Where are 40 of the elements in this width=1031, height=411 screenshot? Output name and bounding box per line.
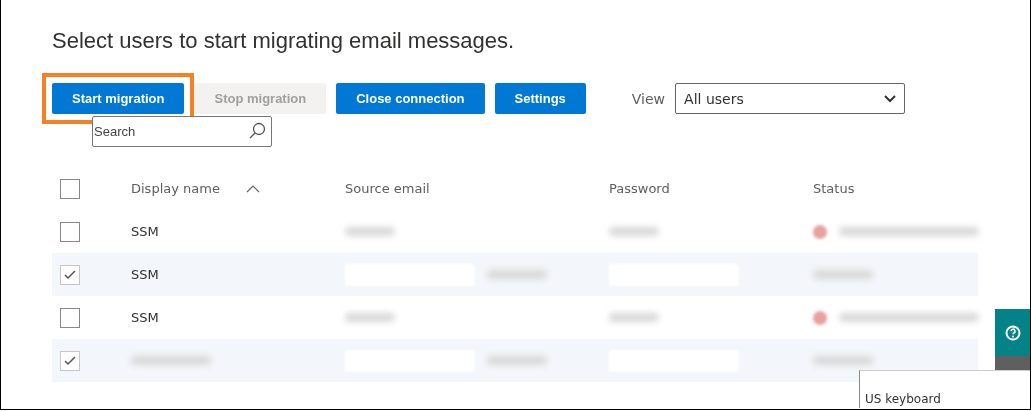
redacted-text — [813, 356, 873, 365]
search-field[interactable]: Search — [92, 116, 272, 147]
redacted-text — [487, 356, 547, 365]
sort-up-icon[interactable] — [245, 184, 260, 193]
check-icon — [64, 269, 76, 280]
action-button[interactable]: Start migration — [52, 83, 185, 114]
error-icon — [813, 310, 827, 325]
row-checkbox[interactable] — [60, 264, 80, 285]
table-cell-text: SSM — [131, 224, 160, 239]
table-cell-text: SSM — [131, 310, 160, 325]
table-row[interactable]: SSM — [52, 210, 978, 253]
table-row[interactable]: SSM — [52, 296, 978, 339]
row-checkbox[interactable] — [60, 350, 80, 371]
action-button[interactable]: Close connection — [336, 83, 485, 114]
check-icon — [64, 355, 76, 366]
redacted-text — [609, 227, 659, 236]
select-all-checkbox[interactable] — [60, 178, 80, 199]
column-header[interactable]: Source email — [345, 181, 430, 196]
view-label: View — [631, 90, 666, 107]
action-button[interactable]: Settings — [494, 83, 586, 114]
redacted-text — [813, 270, 873, 279]
redacted-text — [609, 313, 659, 322]
question-icon — [1005, 324, 1021, 341]
row-checkbox[interactable] — [60, 307, 80, 328]
redacted-text — [345, 227, 395, 236]
error-icon — [813, 224, 827, 239]
column-header[interactable]: Status — [813, 181, 855, 196]
redacted-text — [345, 313, 395, 322]
chevron-down-icon — [884, 94, 897, 103]
selected-table-row[interactable]: SSM — [52, 253, 978, 296]
search-icon — [248, 122, 266, 140]
table-cell-text: SSM — [131, 267, 160, 282]
column-header[interactable]: Password — [609, 181, 670, 196]
column-header[interactable]: Display name — [131, 181, 220, 196]
row-checkbox[interactable] — [60, 221, 80, 242]
page-heading: Select users to start migrating email messages. — [52, 28, 516, 54]
redacted-text — [487, 270, 547, 279]
view-dropdown[interactable]: All users — [675, 83, 906, 114]
keyboard-label: US keyboard — [865, 392, 941, 406]
help-button[interactable] — [995, 309, 1030, 356]
